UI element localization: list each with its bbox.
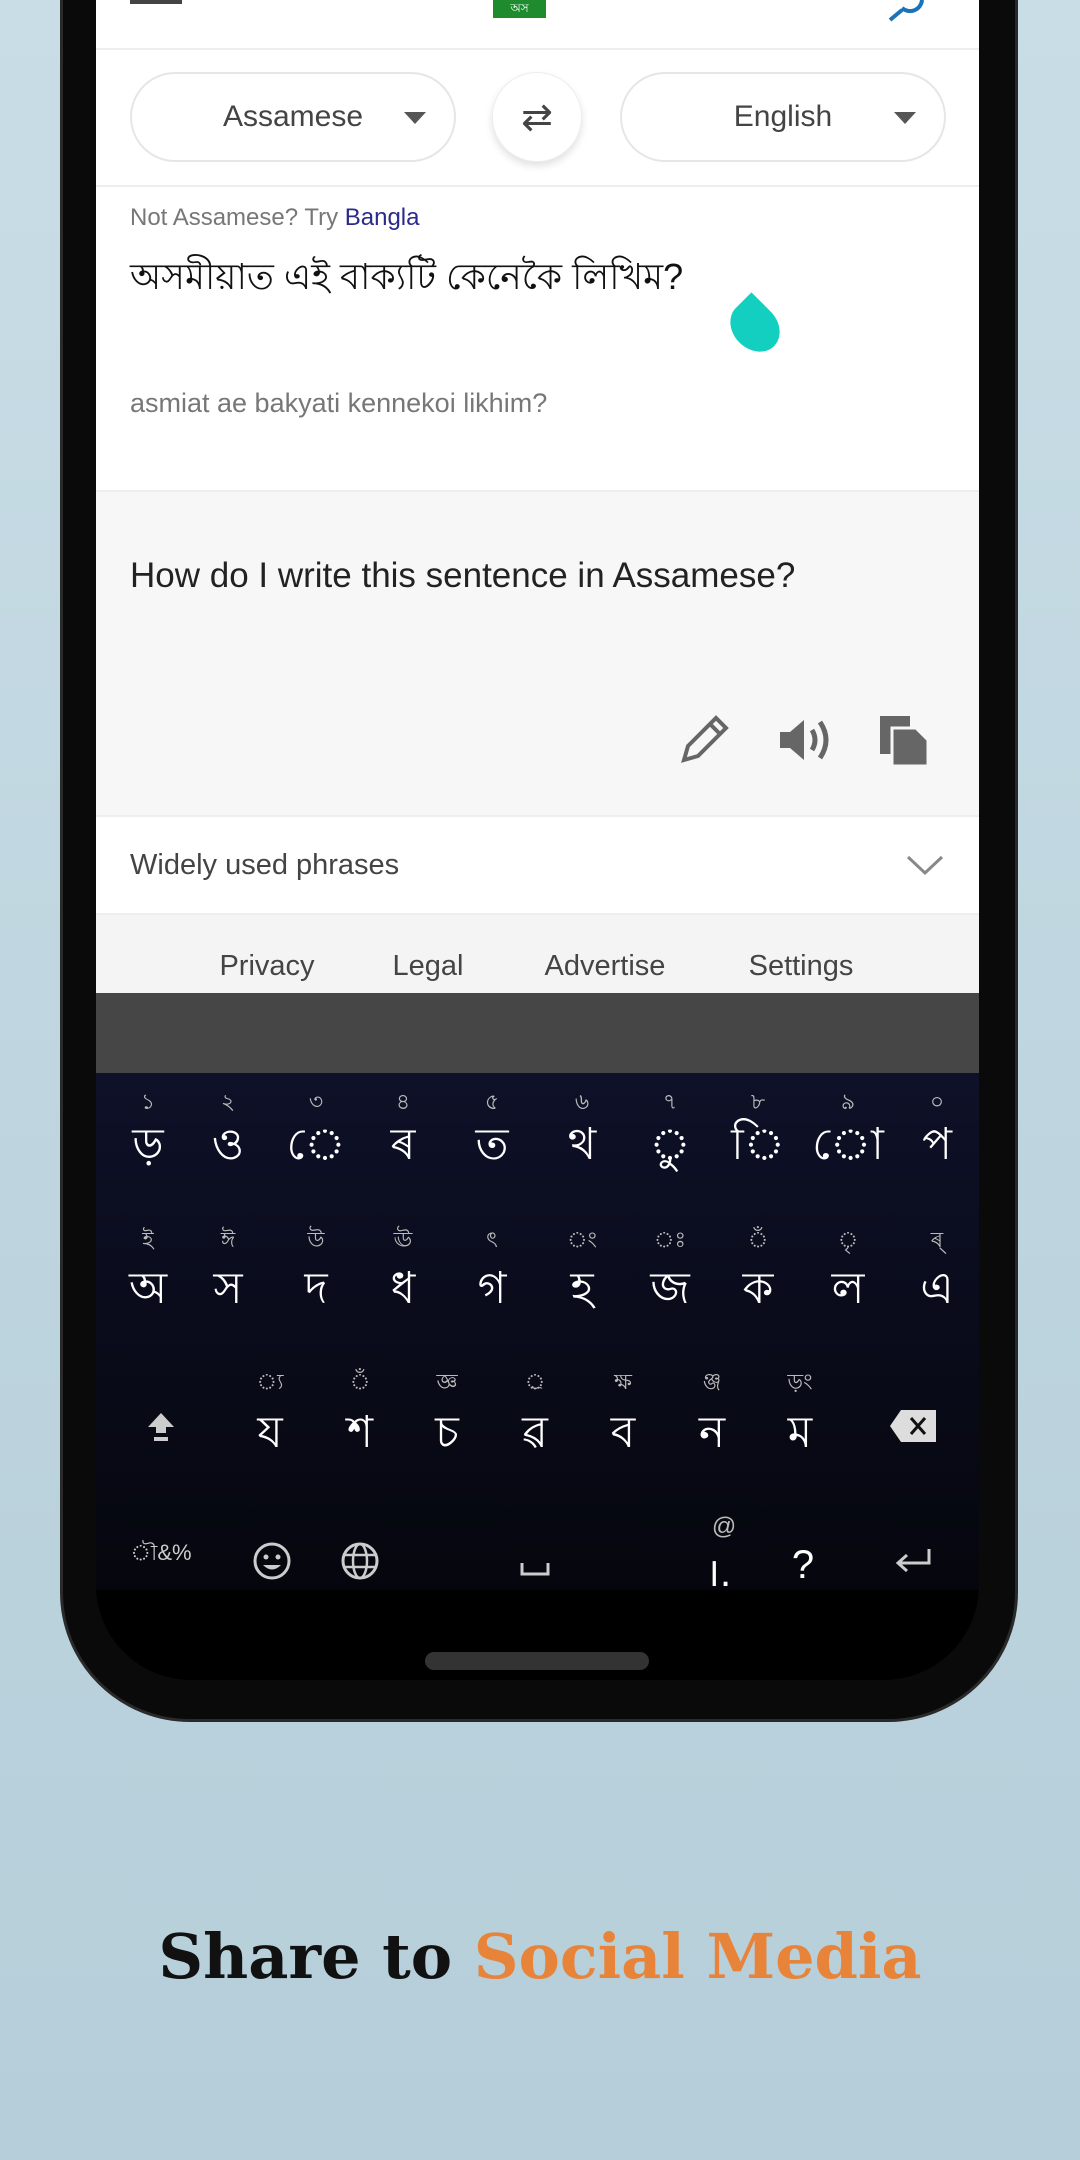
caret-down-icon — [404, 112, 426, 124]
key[interactable]: ম — [788, 1399, 812, 1472]
key[interactable]: ো — [812, 1111, 884, 1184]
target-language-label: English — [733, 100, 833, 133]
key[interactable]: এ — [920, 1255, 953, 1328]
footer-link-advertise[interactable]: Advertise — [545, 950, 666, 983]
key[interactable]: ৱ — [522, 1399, 548, 1472]
pencil-icon[interactable] — [676, 712, 732, 768]
romanization: asmiat ae bakyati kennekoi likhim? — [130, 388, 548, 418]
translation-text: How do I write this sentence in Assamese… — [130, 556, 796, 595]
home-indicator[interactable] — [425, 1652, 649, 1670]
hamburger-icon[interactable] — [130, 0, 182, 4]
logo: অস — [493, 0, 546, 18]
key[interactable]: ত — [475, 1111, 508, 1184]
backspace-icon[interactable] — [889, 1409, 937, 1443]
period-key[interactable]: ।. — [705, 1543, 731, 1598]
keyboard-suggestion-bar — [96, 993, 979, 1073]
key[interactable]: হ — [570, 1255, 593, 1328]
source-text-input[interactable]: অসমীয়াত এই বাক্যটি কেনেকৈ লিখিম? — [130, 250, 683, 310]
key-hint: ্র — [524, 1369, 546, 1394]
phone-screen: অস Assamese ⇄ English Not Assamese? Try … — [96, 0, 979, 1680]
caption: Share to Social Media — [158, 1920, 922, 1993]
footer-link-settings[interactable]: Settings — [749, 950, 854, 983]
enter-icon[interactable] — [893, 1547, 933, 1577]
key[interactable]: প — [922, 1111, 952, 1184]
copy-icon[interactable] — [876, 712, 932, 768]
key[interactable]: ড় — [132, 1111, 163, 1184]
shift-icon[interactable] — [146, 1411, 176, 1443]
search-icon[interactable] — [886, 0, 926, 22]
key[interactable]: ৰ — [391, 1111, 416, 1184]
key[interactable]: ধ — [391, 1255, 416, 1328]
divider — [96, 48, 979, 50]
keyboard: ১ ড় ই অ ২ ও ঈ স ৩ে উ দ ৪ ৰ ঊ ধ ৫ ত ৎ গ ৬ থং হ ৭ুঃ জ ৮িঁ ক ৯োৃ ল ০ প ৰ… — [96, 1073, 979, 1595]
try-bangla-link[interactable]: Bangla — [345, 204, 420, 231]
key-hint: @ — [711, 1513, 737, 1540]
space-bar-icon[interactable] — [520, 1563, 550, 1577]
footer-link-privacy[interactable]: Privacy — [219, 950, 314, 983]
footer-link-legal[interactable]: Legal — [393, 950, 464, 983]
question-key[interactable]: ? — [792, 1543, 814, 1588]
phrases-label: Widely used phrases — [130, 849, 400, 881]
key-hint: জ্ঞ — [436, 1369, 458, 1394]
swap-arrows-icon: ⇄ — [521, 96, 553, 139]
source-language-label: Assamese — [222, 100, 364, 133]
key[interactable]: দ — [304, 1255, 327, 1328]
key[interactable]: ন — [699, 1399, 725, 1472]
widely-used-phrases-row[interactable]: Widely used phrases — [96, 815, 979, 915]
key[interactable]: চ — [435, 1399, 459, 1472]
key[interactable]: জ — [650, 1255, 689, 1328]
emoji-icon[interactable] — [252, 1541, 292, 1581]
key[interactable]: ও — [212, 1111, 244, 1184]
key-hint: ঞ্জ — [702, 1369, 722, 1394]
chevron-down-icon — [906, 855, 944, 876]
translator-page: অস Assamese ⇄ English Not Assamese? Try … — [96, 0, 979, 993]
key[interactable]: থ — [568, 1111, 597, 1184]
text-cursor-handle[interactable] — [720, 292, 790, 362]
key-hint: ্য — [256, 1369, 284, 1394]
key[interactable]: ব — [611, 1399, 636, 1472]
divider — [96, 185, 979, 187]
key[interactable]: ু — [649, 1111, 690, 1184]
key-hint: ঁ — [349, 1369, 371, 1394]
key[interactable]: গ — [478, 1255, 507, 1328]
source-language-dropdown[interactable]: Assamese — [130, 72, 456, 162]
key[interactable]: ে — [286, 1111, 345, 1184]
key-hint: ক্ষ — [614, 1369, 632, 1394]
detect-language-hint: Not Assamese? Try Bangla — [130, 204, 420, 231]
key-hint: ড়ং — [787, 1369, 813, 1394]
key[interactable]: শ — [347, 1399, 373, 1472]
key[interactable]: অ — [129, 1255, 167, 1328]
symbols-key[interactable]: ৗ&% — [130, 1542, 191, 1564]
key[interactable]: স — [213, 1255, 242, 1328]
key[interactable]: ি — [731, 1111, 785, 1184]
translation-panel: How do I write this sentence in Assamese… — [96, 490, 979, 815]
globe-icon[interactable] — [340, 1541, 380, 1581]
swap-languages-button[interactable]: ⇄ — [492, 72, 582, 162]
key[interactable]: ক — [743, 1255, 774, 1328]
key[interactable]: য — [257, 1399, 282, 1472]
caret-down-icon — [894, 112, 916, 124]
key[interactable]: ল — [832, 1255, 865, 1328]
target-language-dropdown[interactable]: English — [620, 72, 946, 162]
speaker-icon[interactable] — [776, 712, 836, 768]
